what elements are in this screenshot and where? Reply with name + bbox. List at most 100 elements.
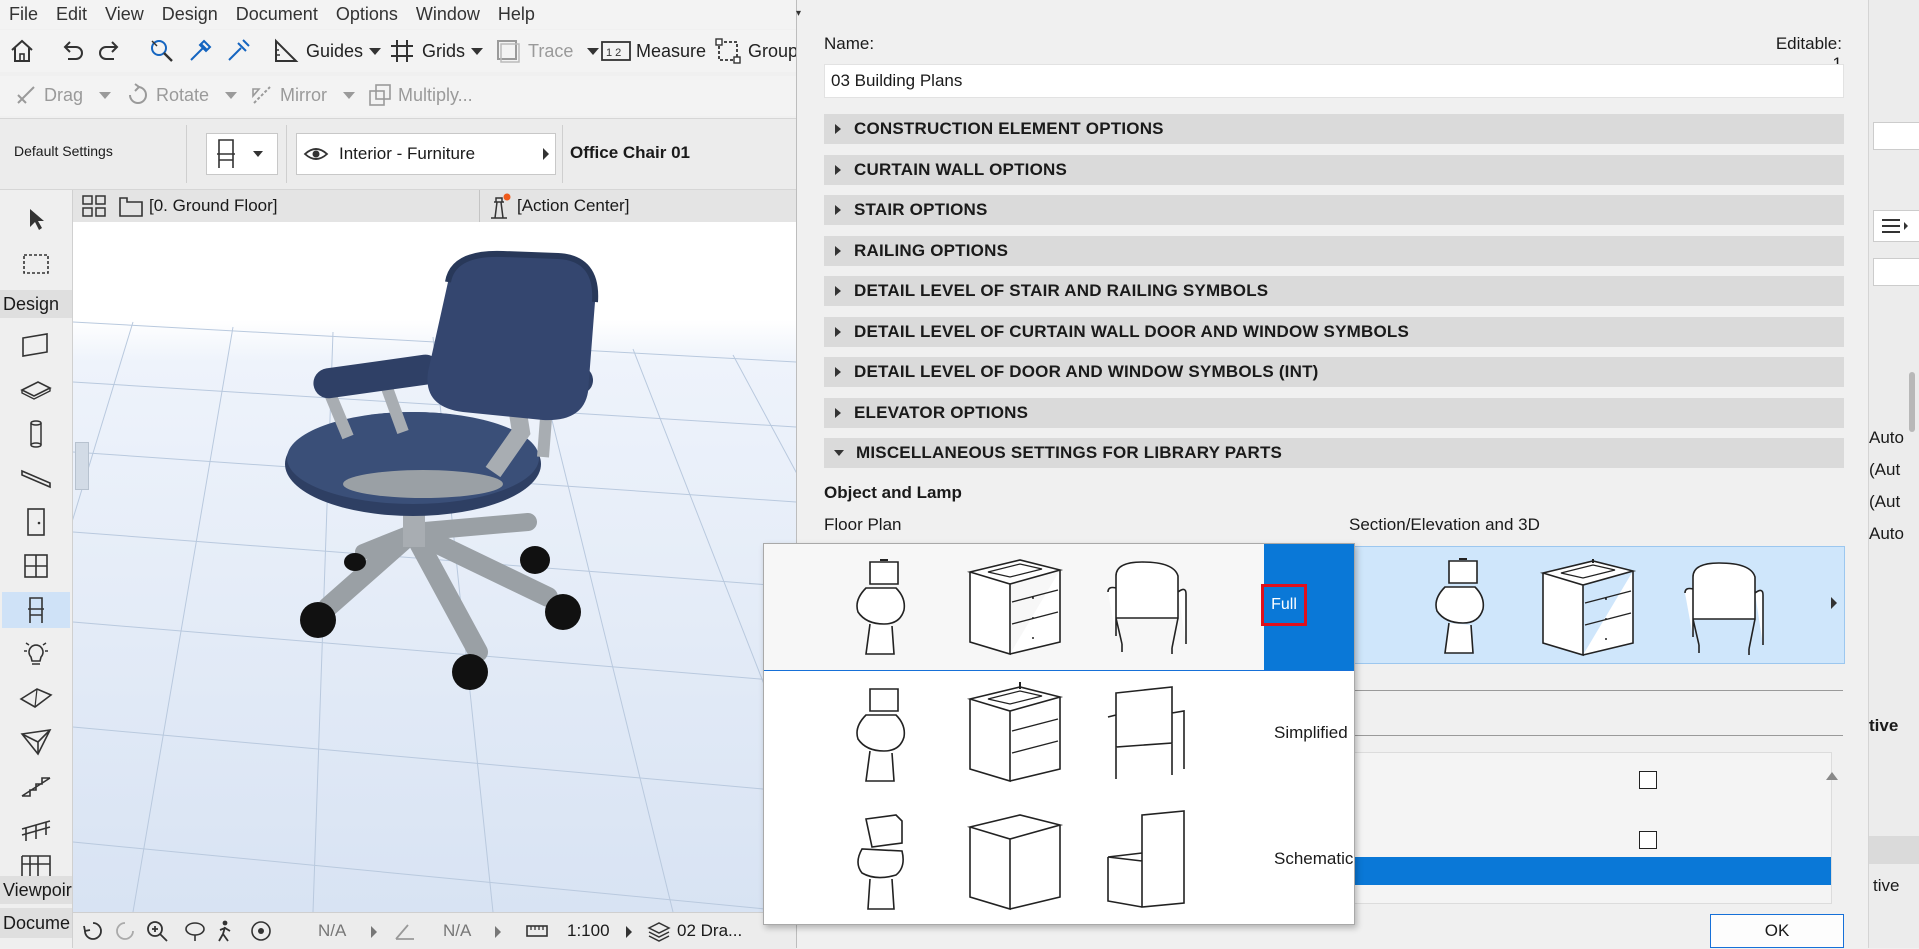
zoom-icon[interactable] (145, 919, 169, 943)
design-toolbox-label[interactable]: Design (0, 290, 72, 318)
eyedropper-icon[interactable] (186, 37, 214, 65)
home-icon[interactable] (8, 37, 36, 65)
rotate-icon (129, 83, 147, 104)
popup-option-full[interactable]: Full (764, 544, 1354, 671)
tab-overview-icon[interactable] (81, 194, 107, 218)
marquee-tool[interactable] (18, 246, 54, 282)
option-checkbox-2[interactable] (1639, 831, 1657, 849)
tab-ground-floor[interactable]: [0. Ground Floor] (117, 190, 517, 222)
layer-selector[interactable]: Interior - Furniture (296, 133, 556, 175)
expand-arrow-icon (835, 408, 841, 418)
toilet-icon (856, 559, 906, 655)
chevron-right-icon[interactable] (371, 926, 377, 938)
slab-tool[interactable] (18, 372, 54, 408)
guides-dropdown[interactable]: Guides (272, 37, 382, 65)
door-tool[interactable] (18, 504, 54, 540)
mirror-dropdown[interactable]: Mirror (250, 83, 355, 107)
find-select-icon[interactable] (148, 37, 176, 65)
grids-dropdown[interactable]: Grids (388, 37, 484, 65)
name-field[interactable]: 03 Building Plans (824, 64, 1844, 98)
tab-action-center[interactable]: [Action Center] (485, 190, 785, 222)
drag-dropdown[interactable]: Drag (14, 83, 112, 107)
section-detail-door-window-int[interactable]: DETAIL LEVEL OF DOOR AND WINDOW SYMBOLS … (824, 357, 1844, 387)
section-3d-detail-selector[interactable] (1350, 546, 1845, 664)
object-tool[interactable] (2, 592, 70, 628)
section-detail-stair-railing[interactable]: DETAIL LEVEL OF STAIR AND RAILING SYMBOL… (824, 276, 1844, 306)
section-elevator-options[interactable]: ELEVATOR OPTIONS (824, 398, 1844, 428)
full-label: Full (1271, 596, 1297, 613)
menu-file[interactable]: File (9, 4, 38, 25)
orbit-icon[interactable] (81, 919, 105, 943)
rotate-dropdown[interactable]: Rotate (126, 83, 238, 107)
menu-window[interactable]: Window (416, 4, 480, 25)
popup-option-schematic[interactable]: Schematic (764, 797, 1354, 923)
view-tab-bar: [0. Ground Floor] [Action Center] (73, 190, 796, 223)
section-detail-curtain-wall-door-window[interactable]: DETAIL LEVEL OF CURTAIN WALL DOOR AND WI… (824, 317, 1844, 347)
3d-viewport[interactable] (73, 222, 796, 912)
window-tool[interactable] (18, 548, 54, 584)
navigator-icon[interactable] (249, 919, 273, 943)
object-name: Office Chair 01 (570, 143, 690, 162)
option-checkbox-1[interactable] (1639, 771, 1657, 789)
menu-options[interactable]: Options (336, 4, 398, 25)
chevron-down-icon: ▾ (796, 8, 802, 19)
redo-icon[interactable] (96, 37, 124, 65)
section-construction-element-options[interactable]: CONSTRUCTION ELEMENT OPTIONS (824, 114, 1844, 144)
beam-tool[interactable] (18, 460, 54, 496)
marquee-icon (23, 254, 49, 274)
tab-ground-floor-label: [0. Ground Floor] (149, 196, 278, 215)
column-tool[interactable] (18, 416, 54, 452)
lamp-tool[interactable] (18, 636, 54, 672)
menu-view[interactable]: View (105, 4, 144, 25)
redo-view-icon[interactable] (113, 919, 137, 943)
trace-dropdown[interactable]: Trace (494, 37, 600, 65)
syringe-icon[interactable] (224, 37, 252, 65)
ok-button[interactable]: OK (1710, 914, 1844, 948)
chevron-right-icon[interactable] (626, 926, 632, 938)
background-panel: Auto (Aut (Aut Auto tive tive (1868, 0, 1919, 948)
roof-tool[interactable] (18, 680, 54, 716)
railing-tool[interactable] (18, 812, 54, 848)
document-toolbox-label[interactable]: Docume (0, 908, 72, 938)
section-railing-options[interactable]: RAILING OPTIONS (824, 236, 1844, 266)
section-label: CURTAIN WALL OPTIONS (854, 160, 1068, 179)
divider (1350, 690, 1843, 691)
chair-schematic-icon (1107, 810, 1185, 908)
stair-tool[interactable] (18, 768, 54, 804)
selected-list-row[interactable] (1351, 857, 1831, 885)
menu-edit[interactable]: Edit (56, 4, 87, 25)
chevron-right-icon[interactable] (495, 926, 501, 938)
scroll-up-arrow-icon[interactable] (1826, 772, 1838, 780)
menu-document[interactable]: Document (236, 4, 318, 25)
arrow-select-tool[interactable] (18, 201, 54, 237)
popup-option-simplified[interactable]: Simplified (764, 671, 1354, 797)
section-curtain-wall-options[interactable]: CURTAIN WALL OPTIONS (824, 155, 1844, 185)
section-misc-library-parts[interactable]: MISCELLANEOUS SETTINGS FOR LIBRARY PARTS (824, 438, 1844, 468)
group-button[interactable]: Group (714, 37, 798, 65)
background-text: (Aut (1869, 492, 1901, 511)
chevron-right-icon (543, 148, 549, 160)
multiply-button[interactable]: Multiply... (368, 83, 473, 107)
section-label: DETAIL LEVEL OF CURTAIN WALL DOOR AND WI… (854, 322, 1410, 341)
scale-value[interactable]: 1:100 (567, 921, 610, 941)
chevron-down-icon (253, 151, 263, 157)
explore-icon[interactable] (183, 919, 207, 943)
layer-combination-value[interactable]: 02 Dra... (677, 921, 742, 941)
angle-icon (393, 919, 417, 943)
viewpoint-toolbox-label[interactable]: Viewpoir (0, 876, 72, 904)
scroll-handle[interactable] (75, 442, 89, 490)
object-type-selector[interactable] (206, 133, 278, 175)
shell-tool[interactable] (18, 724, 54, 760)
menu-design[interactable]: Design (162, 4, 218, 25)
curtain-wall-tool[interactable] (18, 854, 54, 876)
trace-icon (497, 40, 520, 63)
menu-help[interactable]: Help (498, 4, 535, 25)
wall-tool[interactable] (18, 328, 54, 364)
layer-name: Interior - Furniture (339, 144, 476, 163)
beam-icon (21, 469, 51, 489)
undo-icon[interactable] (58, 37, 86, 65)
section-stair-options[interactable]: STAIR OPTIONS (824, 195, 1844, 225)
expand-arrow-icon (835, 286, 841, 296)
measure-button[interactable]: 1 2 Measure (600, 37, 706, 65)
walk-icon[interactable] (213, 919, 237, 943)
